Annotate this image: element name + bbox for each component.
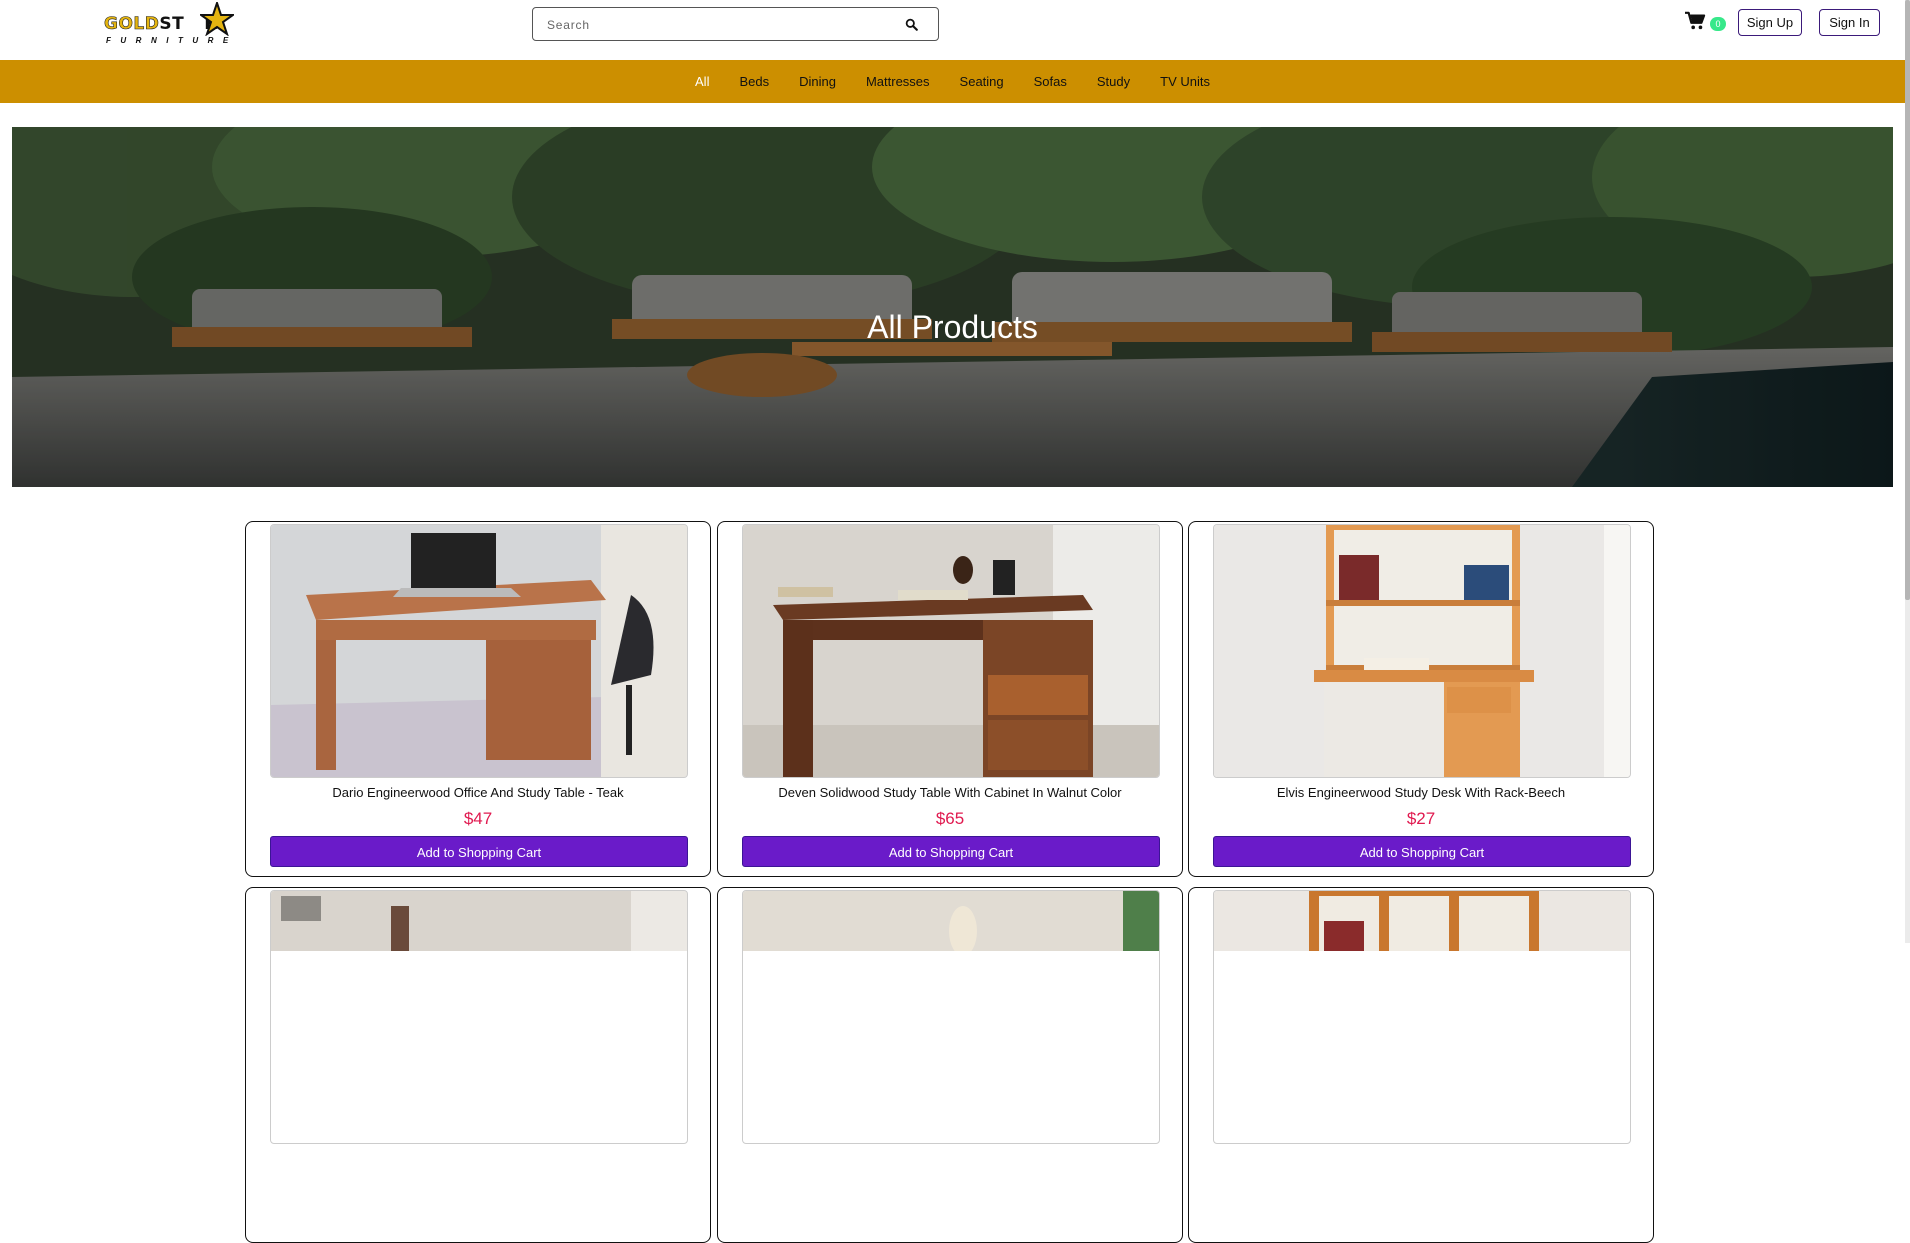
goldstar-logo[interactable]: GOLDSTR FURNITURE [104,2,252,48]
product-image[interactable] [270,890,688,1144]
nav-item-sofas[interactable]: Sofas [1019,74,1082,89]
product-card [245,887,711,1243]
product-card: Elvis Engineerwood Study Desk With Rack-… [1188,521,1654,877]
product-image[interactable] [1213,890,1631,1144]
search-box[interactable] [532,7,939,41]
star-icon [200,2,234,36]
product-card [1188,887,1654,1243]
product-image[interactable] [1213,524,1631,778]
site-header: GOLDSTR FURNITURE 0 Sign Up Sign In [0,0,1910,60]
product-price: $27 [1406,809,1436,828]
category-nav: All Beds Dining Mattresses Seating Sofas… [0,60,1905,103]
scrollbar-thumb[interactable] [1905,0,1910,600]
add-to-cart-button[interactable]: Add to Shopping Cart [270,836,688,867]
scrollbar[interactable] [1905,0,1910,943]
logo-subtitle: FURNITURE [106,36,238,45]
nav-item-all[interactable]: All [680,74,724,89]
nav-item-dining[interactable]: Dining [784,74,851,89]
add-to-cart-button[interactable]: Add to Shopping Cart [1213,836,1631,867]
hero-image [12,127,1893,487]
product-name[interactable]: Deven Solidwood Study Table With Cabinet… [718,785,1182,800]
shopping-cart-icon [1685,11,1706,30]
cart-button[interactable]: 0 [1684,9,1730,33]
product-card: Deven Solidwood Study Table With Cabinet… [717,521,1183,877]
product-price: $47 [463,809,493,828]
product-name[interactable]: Dario Engineerwood Office And Study Tabl… [246,785,710,800]
product-image[interactable] [742,890,1160,1144]
add-to-cart-button[interactable]: Add to Shopping Cart [742,836,1160,867]
nav-item-tv-units[interactable]: TV Units [1145,74,1225,89]
search-icon[interactable] [905,18,918,31]
nav-item-seating[interactable]: Seating [945,74,1019,89]
product-card [717,887,1183,1243]
search-input[interactable] [545,14,889,36]
hero-banner: All Products [12,127,1893,487]
product-image[interactable] [270,524,688,778]
nav-item-mattresses[interactable]: Mattresses [851,74,945,89]
product-price: $65 [935,809,965,828]
cart-count-badge: 0 [1710,17,1726,31]
hero-title: All Products [867,309,1038,345]
nav-item-study[interactable]: Study [1082,74,1145,89]
product-name[interactable]: Elvis Engineerwood Study Desk With Rack-… [1189,785,1653,800]
sign-in-button[interactable]: Sign In [1819,9,1880,36]
sign-up-button[interactable]: Sign Up [1738,9,1802,36]
nav-item-beds[interactable]: Beds [724,74,784,89]
product-card: Dario Engineerwood Office And Study Tabl… [245,521,711,877]
product-image[interactable] [742,524,1160,778]
